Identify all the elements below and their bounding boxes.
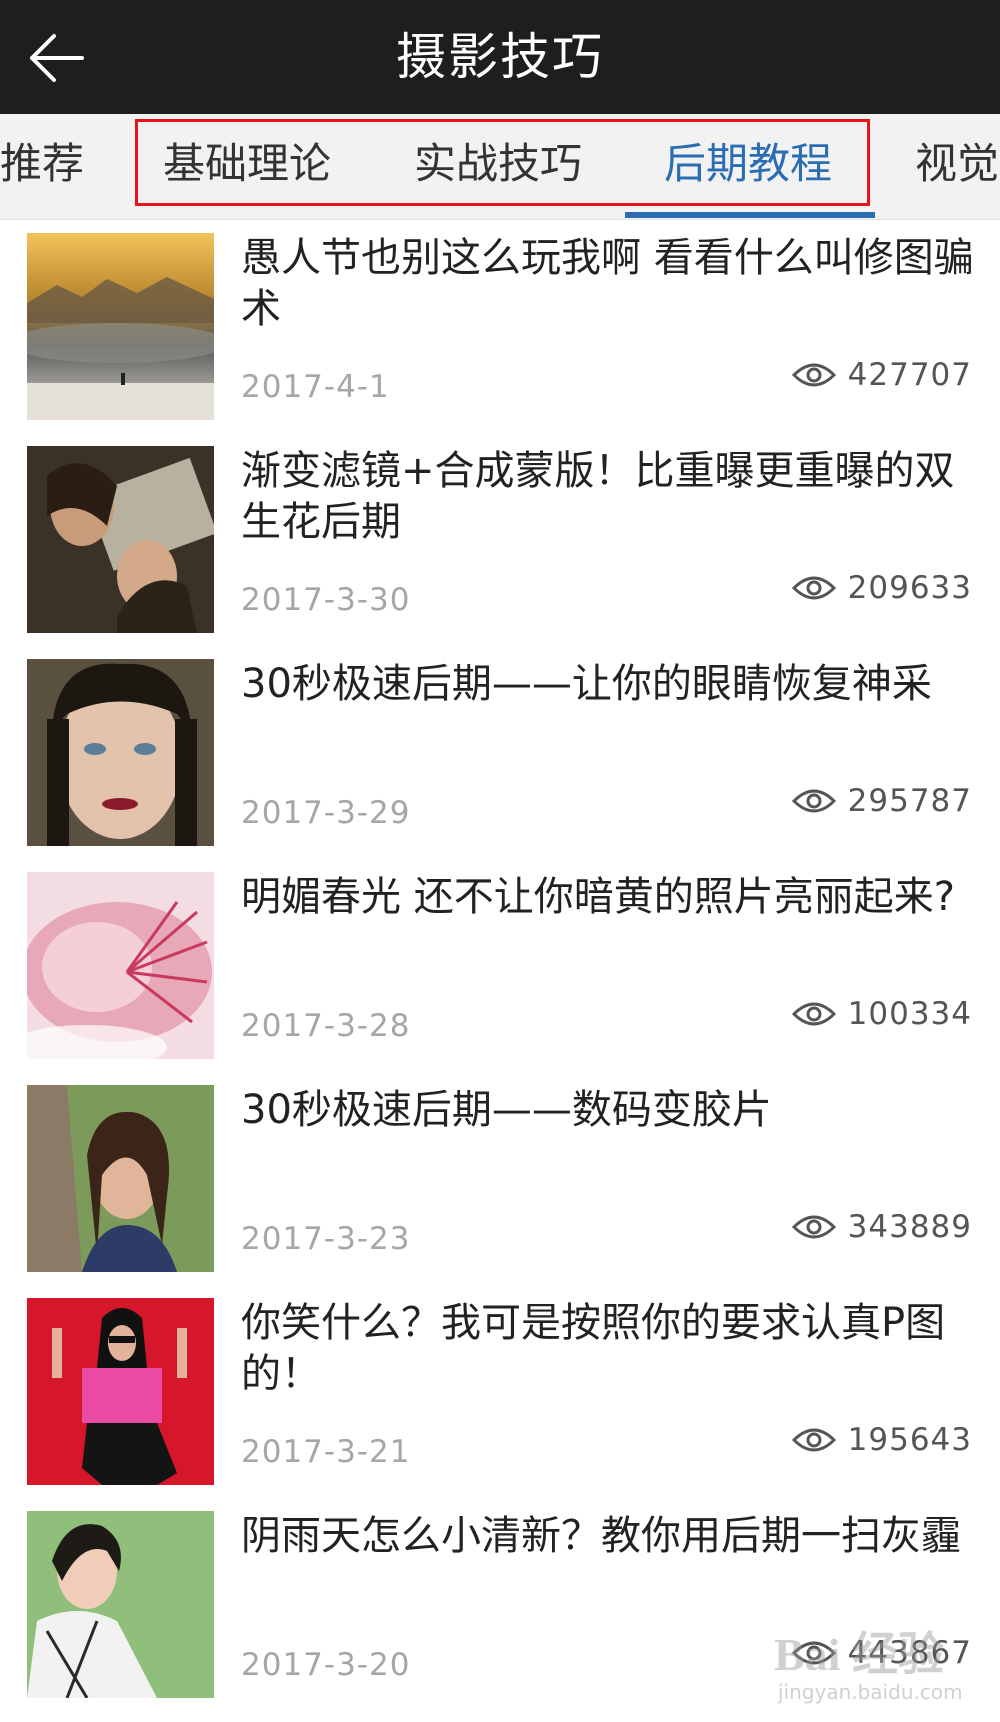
view-count: 443867 xyxy=(791,1635,972,1671)
tab-post-processing[interactable]: 后期教程 xyxy=(664,114,832,219)
active-tab-indicator xyxy=(625,212,875,218)
page-title: 摄影技巧 xyxy=(396,28,604,86)
list-item[interactable]: 明媚春光 还不让你暗黄的照片亮丽起来? 2017-3-28 100334 xyxy=(0,860,1000,1073)
tab-recommended[interactable]: 推荐 xyxy=(0,114,84,219)
article-date: 2017-3-29 xyxy=(241,795,411,831)
list-item[interactable]: 愚人节也别这么玩我啊 看看什么叫修图骗术 2017-4-1 427707 xyxy=(0,221,1000,434)
view-count-value: 100334 xyxy=(847,996,972,1032)
list-item[interactable]: 30秒极速后期——让你的眼睛恢复神采 2017-3-29 295787 xyxy=(0,647,1000,860)
view-count-value: 295787 xyxy=(847,783,972,819)
view-count: 343889 xyxy=(791,1209,972,1245)
thumbnail-woman-red-wall xyxy=(27,1298,214,1485)
article-title: 渐变滤镜+合成蒙版！比重曝更重曝的双生花后期 xyxy=(241,448,955,545)
eye-icon xyxy=(791,1002,836,1026)
eye-icon xyxy=(791,1641,836,1665)
view-count: 427707 xyxy=(791,357,972,393)
category-tabs: 推荐 基础理论 实战技巧 后期教程 视觉 xyxy=(0,114,1000,220)
view-count: 295787 xyxy=(791,783,972,819)
thumbnail-girl-green-field xyxy=(27,1511,214,1698)
article-date: 2017-3-20 xyxy=(241,1647,411,1683)
eye-icon xyxy=(791,576,836,600)
thumbnail-girl-by-tree xyxy=(27,1085,214,1272)
view-count-value: 343889 xyxy=(847,1209,972,1245)
view-count-value: 443867 xyxy=(847,1635,972,1671)
tab-practical-skills[interactable]: 实战技巧 xyxy=(414,114,582,219)
article-title: 30秒极速后期——让你的眼睛恢复神采 xyxy=(241,661,932,707)
view-count: 195643 xyxy=(791,1422,972,1458)
article-date: 2017-3-21 xyxy=(241,1434,411,1470)
article-title: 愚人节也别这么玩我啊 看看什么叫修图骗术 xyxy=(241,235,974,332)
view-count: 209633 xyxy=(791,570,972,606)
eye-icon xyxy=(791,1215,836,1239)
list-item[interactable]: 渐变滤镜+合成蒙版！比重曝更重曝的双生花后期 2017-3-30 209633 xyxy=(0,434,1000,647)
article-date: 2017-3-28 xyxy=(241,1008,411,1044)
article-date: 2017-4-1 xyxy=(241,369,390,405)
article-title: 30秒极速后期——数码变胶片 xyxy=(241,1087,772,1133)
list-item[interactable]: 你笑什么？我可是按照你的要求认真P图的！ 2017-3-21 195643 xyxy=(0,1286,1000,1499)
eye-icon xyxy=(791,363,836,387)
eye-icon xyxy=(791,789,836,813)
thumbnail-double-portrait xyxy=(27,446,214,633)
article-date: 2017-3-30 xyxy=(241,582,411,618)
list-item[interactable]: 30秒极速后期——数码变胶片 2017-3-23 343889 xyxy=(0,1073,1000,1286)
view-count-value: 427707 xyxy=(847,357,972,393)
article-title: 明媚春光 还不让你暗黄的照片亮丽起来? xyxy=(241,874,955,920)
thumbnail-pink-flower xyxy=(27,872,214,1059)
tab-visual[interactable]: 视觉 xyxy=(915,114,999,219)
article-title: 阴雨天怎么小清新？教你用后期一扫灰霾 xyxy=(241,1513,961,1559)
list-item[interactable]: 阴雨天怎么小清新？教你用后期一扫灰霾 2017-3-20 443867 xyxy=(0,1499,1000,1712)
thumbnail-woman-portrait xyxy=(27,659,214,846)
title-bar: 摄影技巧 xyxy=(0,0,1000,114)
article-date: 2017-3-23 xyxy=(241,1221,411,1257)
view-count: 100334 xyxy=(791,996,972,1032)
eye-icon xyxy=(791,1428,836,1452)
view-count-value: 209633 xyxy=(847,570,972,606)
view-count-value: 195643 xyxy=(847,1422,972,1458)
thumbnail-mountain-landscape xyxy=(27,233,214,420)
tab-basic-theory[interactable]: 基础理论 xyxy=(163,114,331,219)
article-title: 你笑什么？我可是按照你的要求认真P图的！ xyxy=(241,1300,946,1397)
